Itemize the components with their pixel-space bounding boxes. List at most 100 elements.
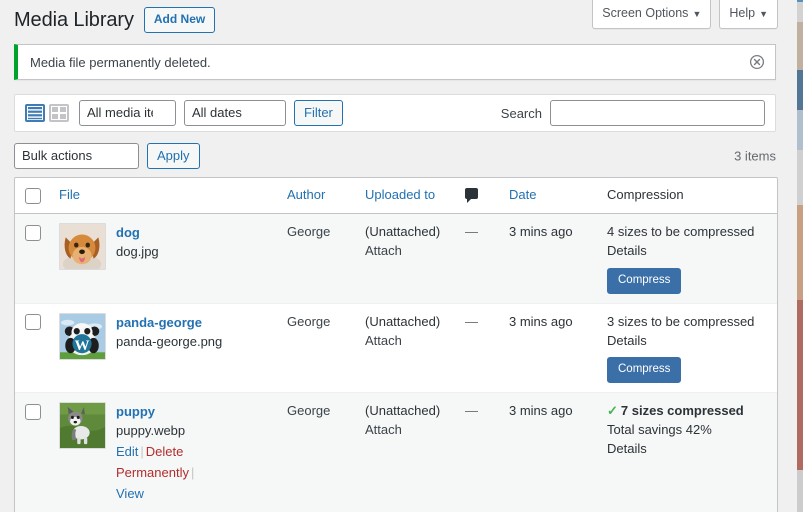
compression-details-link[interactable]: Details bbox=[607, 333, 647, 348]
column-header-file[interactable]: File bbox=[49, 178, 277, 215]
select-all-checkbox-top[interactable] bbox=[25, 187, 41, 204]
row-select-cell bbox=[15, 304, 49, 394]
compression-status: 3 sizes to be compressed bbox=[607, 313, 755, 329]
view-switcher bbox=[25, 103, 69, 123]
media-library-page: Screen Options ▼ Help ▼ Media Library Add … bbox=[0, 0, 803, 512]
chevron-down-icon: ▼ bbox=[692, 9, 702, 19]
table-row: dog dog.jpg George (Unattached) Attach —… bbox=[15, 214, 777, 304]
notice-message: Media file permanently deleted. bbox=[30, 54, 211, 70]
uploaded-to-cell: (Unattached) Attach bbox=[355, 304, 455, 394]
author-link[interactable]: George bbox=[287, 403, 330, 418]
help-label: Help bbox=[729, 6, 756, 20]
bulk-action-select-top[interactable]: Bulk actions bbox=[14, 143, 139, 170]
compression-cell: 4 sizes to be compressed Details Compres… bbox=[597, 214, 777, 304]
uploaded-to-cell: (Unattached) Attach bbox=[355, 214, 455, 304]
help-button[interactable]: Help ▼ bbox=[719, 0, 778, 29]
attach-link[interactable]: Attach bbox=[365, 243, 402, 258]
attach-link[interactable]: Attach bbox=[365, 422, 402, 437]
row-checkbox[interactable] bbox=[25, 403, 41, 420]
table-row: puppy puppy.webp Edit | Delete Permanently… bbox=[15, 393, 777, 512]
edit-link[interactable]: Edit bbox=[116, 444, 138, 459]
table-row: W panda-george panda-george.png George (… bbox=[15, 304, 777, 394]
compression-cell: 3 sizes to be compressed Details Compres… bbox=[597, 304, 777, 394]
compression-status: 4 sizes to be compressed bbox=[607, 224, 755, 240]
file-cell: puppy puppy.webp Edit | Delete Permanently… bbox=[49, 393, 277, 512]
items-count-top: 3 items bbox=[734, 148, 776, 164]
row-checkbox[interactable] bbox=[25, 314, 41, 331]
filter-button[interactable]: Filter bbox=[294, 100, 343, 127]
table-body: dog dog.jpg George (Unattached) Attach —… bbox=[15, 214, 777, 512]
search-input[interactable] bbox=[550, 100, 765, 127]
background-window-sliver bbox=[797, 0, 803, 512]
uploaded-to-value: (Unattached) bbox=[365, 313, 441, 329]
row-select-cell bbox=[15, 393, 49, 512]
column-header-comments[interactable] bbox=[455, 178, 499, 215]
media-title-link[interactable]: puppy bbox=[116, 403, 267, 421]
column-header-date[interactable]: Date bbox=[499, 178, 597, 215]
search-label: Search bbox=[500, 105, 542, 121]
add-new-button[interactable]: Add New bbox=[143, 7, 216, 34]
compression-cell: ✓ 7 sizes compressed Total savings 42% De… bbox=[597, 393, 777, 512]
page-title: Media Library bbox=[14, 9, 134, 32]
comment-bubble-icon bbox=[465, 188, 478, 204]
comments-cell: — bbox=[455, 304, 499, 394]
media-filename: puppy.webp bbox=[116, 423, 186, 439]
media-title-link[interactable]: panda-george bbox=[116, 314, 222, 332]
author-link[interactable]: George bbox=[287, 224, 330, 239]
author-cell: George bbox=[277, 214, 355, 304]
date-cell: 3 mins ago bbox=[499, 304, 597, 394]
compression-status: 7 sizes compressed bbox=[620, 403, 744, 419]
search-box: Search bbox=[500, 100, 765, 127]
attach-link[interactable]: Attach bbox=[365, 333, 402, 348]
dismiss-icon[interactable] bbox=[743, 48, 771, 76]
bulk-actions-top: Bulk actions Apply 3 items bbox=[14, 142, 776, 170]
row-checkbox[interactable] bbox=[25, 224, 41, 241]
uploaded-to-value: (Unattached) bbox=[365, 224, 441, 240]
date-cell: 3 mins ago bbox=[499, 393, 597, 512]
apply-button-top[interactable]: Apply bbox=[147, 143, 200, 170]
author-cell: George bbox=[277, 304, 355, 394]
svg-text:W: W bbox=[75, 338, 90, 354]
bulk-action-select-wrap-top[interactable]: Bulk actions bbox=[14, 143, 139, 170]
check-icon: ✓ bbox=[607, 403, 618, 419]
compression-details-link[interactable]: Details bbox=[607, 441, 647, 456]
table-header-row: File Author Uploaded to Date Compression bbox=[15, 178, 777, 215]
compression-savings: Total savings 42% bbox=[607, 422, 712, 438]
panda-wordpress-thumbnail[interactable]: W bbox=[59, 312, 106, 360]
compress-button[interactable]: Compress bbox=[607, 267, 682, 294]
view-link[interactable]: View bbox=[116, 486, 144, 501]
media-type-select[interactable]: All media items bbox=[79, 100, 176, 127]
compression-details-link[interactable]: Details bbox=[607, 243, 647, 258]
row-actions: Edit | Delete Permanently | View bbox=[116, 442, 267, 504]
column-header-author[interactable]: Author bbox=[277, 178, 355, 215]
dog-thumbnail[interactable] bbox=[59, 223, 106, 271]
screen-options-button[interactable]: Screen Options ▼ bbox=[592, 0, 712, 29]
row-action-separator: | bbox=[140, 444, 144, 460]
table-filter-bar: All media items All dates Filter Search bbox=[14, 94, 776, 133]
compress-button[interactable]: Compress bbox=[607, 357, 682, 384]
date-filter[interactable]: All dates bbox=[184, 100, 286, 127]
author-link[interactable]: George bbox=[287, 314, 330, 329]
media-list-table: File Author Uploaded to Date Compression bbox=[14, 177, 778, 512]
media-title-link[interactable]: dog bbox=[116, 224, 159, 242]
date-cell: 3 mins ago bbox=[499, 214, 597, 304]
media-filename: panda-george.png bbox=[116, 333, 223, 349]
date-select[interactable]: All dates bbox=[184, 100, 286, 127]
chevron-down-icon: ▼ bbox=[759, 9, 768, 19]
husky-puppy-thumbnail[interactable] bbox=[59, 402, 106, 450]
column-header-uploaded-to[interactable]: Uploaded to bbox=[355, 178, 455, 215]
uploaded-to-cell: (Unattached) Attach bbox=[355, 393, 455, 512]
author-cell: George bbox=[277, 393, 355, 512]
comments-cell: — bbox=[455, 393, 499, 512]
media-type-filter[interactable]: All media items bbox=[79, 100, 176, 127]
wp-admin-content: Screen Options ▼ Help ▼ Media Library Add … bbox=[0, 0, 790, 512]
screen-meta-links: Screen Options ▼ Help ▼ bbox=[592, 0, 778, 29]
grid-view-icon[interactable] bbox=[49, 103, 69, 123]
list-view-icon[interactable] bbox=[25, 103, 45, 123]
compression-status-wrap: ✓ 7 sizes compressed bbox=[607, 402, 767, 421]
file-cell: W panda-george panda-george.png bbox=[49, 304, 277, 394]
screen-options-label: Screen Options bbox=[602, 6, 689, 20]
select-all-header bbox=[15, 178, 49, 215]
media-filename: dog.jpg bbox=[116, 244, 159, 260]
column-header-compression: Compression bbox=[597, 178, 777, 215]
